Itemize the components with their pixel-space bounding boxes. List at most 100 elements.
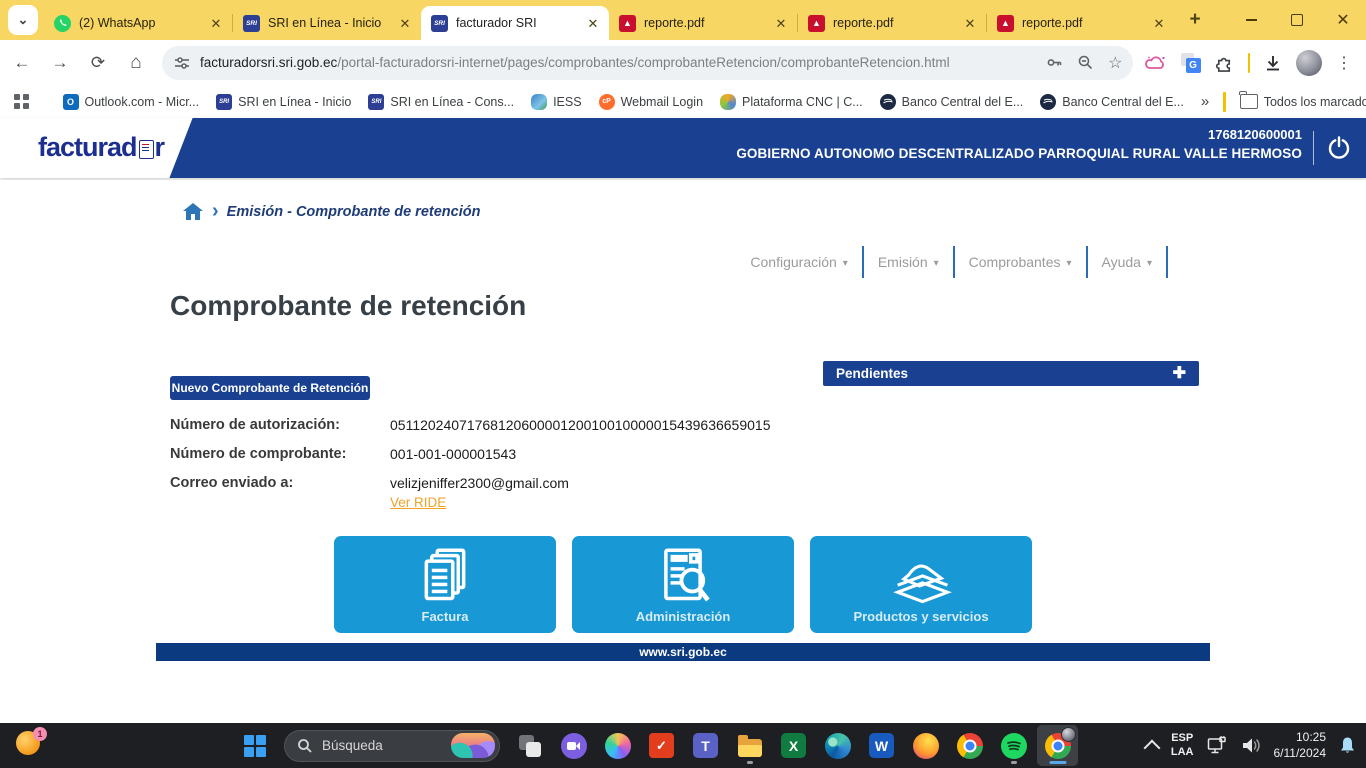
file-explorer-button[interactable] [729,725,770,766]
spotify-button[interactable] [993,725,1034,766]
tab-facturador-sri-active[interactable]: SRI facturador SRI ✕ [421,6,609,40]
bookmark-sri-consultas[interactable]: SRI SRI en Línea - Cons... [368,94,514,110]
tab-label: reporte.pdf [1022,16,1143,30]
task-view-button[interactable] [509,725,550,766]
profile-avatar[interactable] [1296,50,1322,76]
forward-button[interactable]: → [44,47,76,79]
tab-label: SRI en Línea - Inicio [268,16,389,30]
close-window-button[interactable]: ✕ [1320,0,1366,40]
all-bookmarks-folder[interactable]: Todos los marcadores [1240,94,1366,109]
theme-accent-divider [1248,53,1251,73]
apps-grid-icon[interactable] [14,94,29,109]
site-info-icon[interactable] [174,55,190,71]
firefox-button[interactable] [905,725,946,766]
tab-close-icon[interactable]: ✕ [1151,15,1167,31]
menu-ayuda[interactable]: Ayuda▾ [1088,246,1168,278]
field-label: Correo enviado a: [170,475,390,491]
menu-comprobantes[interactable]: Comprobantes▾ [955,246,1088,278]
tab-close-icon[interactable]: ✕ [585,15,601,31]
clock[interactable]: 10:25 6/11/2024 [1274,730,1327,761]
extensions-puzzle-icon[interactable] [1215,53,1234,72]
edge-button[interactable] [817,725,858,766]
spotify-icon [1001,733,1027,759]
bookmark-iess[interactable]: IESS [531,94,582,110]
tab-reporte-pdf-1[interactable]: ▲ reporte.pdf ✕ [609,6,797,40]
chat-app-button[interactable] [553,725,594,766]
address-bar[interactable]: facturadorsri.sri.gob.ec/portal-facturad… [162,46,1133,80]
maximize-button[interactable] [1274,0,1320,40]
bookmark-label: SRI en Línea - Inicio [238,95,351,109]
ver-ride-link[interactable]: Ver RIDE [390,495,446,510]
pdf-editor-button[interactable]: ✓ [641,725,682,766]
facturador-logo[interactable]: facturadr [38,132,164,163]
window-controls: ✕ [1228,0,1366,40]
date: 6/11/2024 [1274,746,1327,762]
footer-url[interactable]: www.sri.gob.ec [639,645,727,659]
bookmark-label: Banco Central del E... [1062,95,1184,109]
tab-close-icon[interactable]: ✕ [208,15,224,31]
sri-favicon: SRI [243,15,260,32]
tab-close-icon[interactable]: ✕ [773,15,789,31]
pdf-icon: ▲ [619,15,636,32]
volume-icon[interactable] [1241,737,1261,754]
word-button[interactable]: W [861,725,902,766]
tab-sri-en-linea[interactable]: SRI SRI en Línea - Inicio ✕ [233,6,421,40]
tab-label: facturador SRI [456,16,577,30]
home-button[interactable]: ⌂ [120,47,152,79]
teams-button[interactable]: T [685,725,726,766]
passwords-key-icon[interactable] [1046,53,1063,73]
zoom-out-icon[interactable] [1077,53,1094,73]
search-placeholder: Búsqueda [322,738,442,753]
start-button[interactable] [234,725,275,766]
widgets-button[interactable]: 1 [16,731,44,759]
reload-button[interactable]: ⟳ [82,47,114,79]
language-indicator[interactable]: ESP LAA [1171,732,1194,760]
pendientes-panel-header[interactable]: Pendientes ✚ [823,361,1199,386]
tab-reporte-pdf-3[interactable]: ▲ reporte.pdf ✕ [987,6,1175,40]
bookmarks-overflow-button[interactable]: » [1201,93,1209,110]
tab-search-button[interactable]: ⌄ [8,5,38,35]
network-icon[interactable] [1207,736,1228,755]
theme-cloud-extension-icon[interactable] [1145,54,1167,72]
expand-plus-icon[interactable]: ✚ [1173,366,1186,382]
tile-factura[interactable]: Factura [334,536,556,633]
home-icon[interactable] [182,202,204,221]
taskbar-center: Búsqueda ✓ T X W [234,723,1078,768]
menu-emision[interactable]: Emisión▾ [864,246,955,278]
minimize-button[interactable] [1228,0,1274,40]
new-retention-voucher-button[interactable]: Nuevo Comprobante de Retención [170,376,370,400]
new-tab-button[interactable]: + [1181,6,1209,34]
bookmark-sri-inicio[interactable]: SRI SRI en Línea - Inicio [216,94,351,110]
globe-icon [880,94,896,110]
notification-bell-icon[interactable] [1339,736,1356,755]
bookmark-outlook[interactable]: O Outlook.com - Micr... [63,94,200,110]
active-indicator [1049,761,1066,764]
page-title: Comprobante de retención [170,290,526,322]
tray-chevron-up-icon[interactable] [1143,739,1160,756]
translate-icon[interactable]: G [1181,53,1201,73]
back-button[interactable]: ← [6,47,38,79]
time: 10:25 [1274,730,1327,746]
bookmark-banco-central-2[interactable]: Banco Central del E... [1040,94,1184,110]
chrome-profile-button-active[interactable] [1037,725,1078,766]
browser-menu-kebab-icon[interactable]: ⋮ [1336,53,1352,73]
tab-reporte-pdf-2[interactable]: ▲ reporte.pdf ✕ [798,6,986,40]
bookmark-cnc[interactable]: Plataforma CNC | C... [720,94,863,110]
chrome-button[interactable] [949,725,990,766]
taskbar-search-box[interactable]: Búsqueda [284,730,500,762]
tab-close-icon[interactable]: ✕ [962,15,978,31]
menu-configuracion[interactable]: Configuración▾ [736,246,863,278]
bookmark-star-icon[interactable]: ☆ [1108,53,1122,73]
search-highlight-thumbnail[interactable] [451,733,495,758]
logout-power-button[interactable] [1324,133,1354,163]
tile-productos-servicios[interactable]: Productos y servicios [810,536,1032,633]
bookmark-webmail[interactable]: cP Webmail Login [599,94,703,110]
url-text[interactable]: facturadorsri.sri.gob.ec/portal-facturad… [200,55,1038,70]
tab-whatsapp[interactable]: (2) WhatsApp ✕ [44,6,232,40]
tab-close-icon[interactable]: ✕ [397,15,413,31]
excel-button[interactable]: X [773,725,814,766]
bookmark-banco-central-1[interactable]: Banco Central del E... [880,94,1024,110]
downloads-icon[interactable] [1264,54,1282,72]
copilot-button[interactable] [597,725,638,766]
tile-administracion[interactable]: Administración [572,536,794,633]
